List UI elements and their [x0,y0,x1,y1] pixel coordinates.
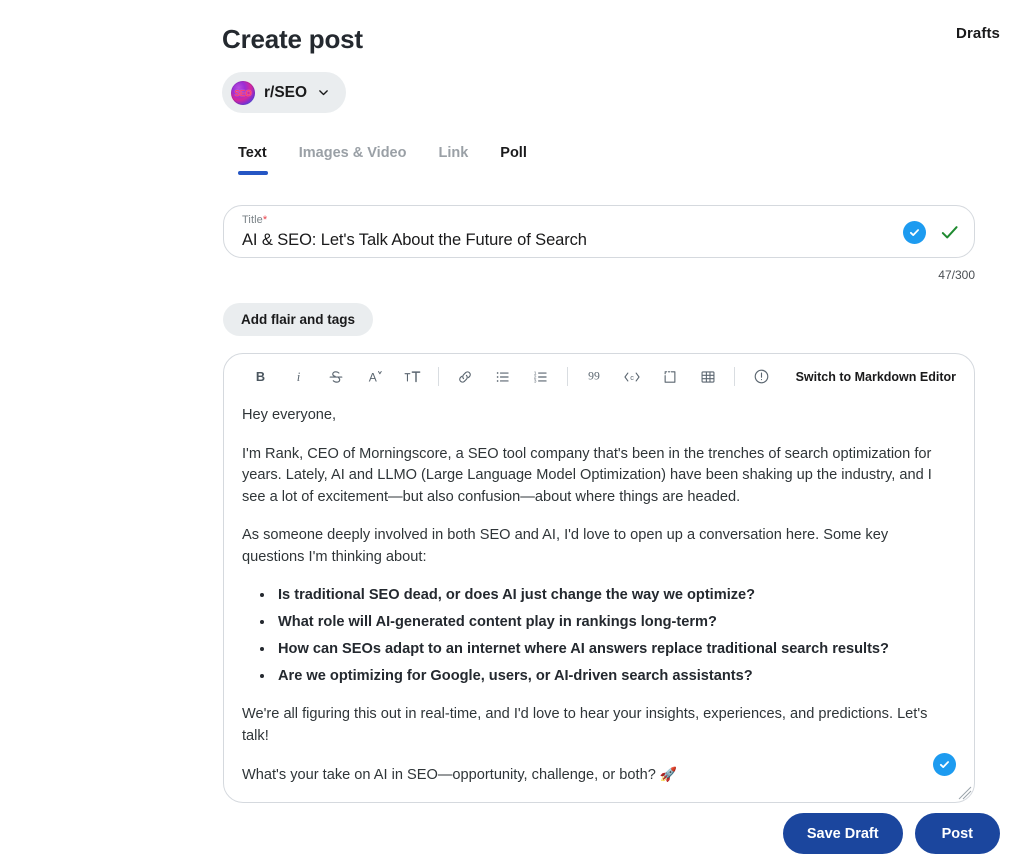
svg-text:3: 3 [534,378,537,384]
body-paragraph-question: What's your take on AI in SEO—opportunit… [242,764,951,787]
tab-images-and-video-label: Images & Video [298,145,407,161]
title-label: Title* [242,214,958,227]
svg-text:A: A [368,371,377,385]
tab-link[interactable]: Link [422,145,484,175]
save-draft-button[interactable]: Save Draft [782,813,903,854]
toolbar-separator [567,367,568,386]
tab-images-and-video[interactable]: Images & Video [283,145,423,175]
resize-handle-icon[interactable] [956,784,972,800]
numbered-list-icon[interactable]: 1 2 3 [522,361,560,393]
create-post-page: Create post Drafts SEO r/SEO Text Images… [0,0,1024,859]
tab-text[interactable]: Text [224,145,283,175]
list-item: How can SEOs adapt to an internet where … [275,638,951,660]
toolbar-separator [734,367,735,386]
community-avatar: SEO [231,80,255,105]
body-question-text: What's your take on AI in SEO—opportunit… [242,767,660,783]
svg-text:c: c [630,373,634,382]
community-name: r/SEO [264,83,308,101]
heading-icon[interactable] [393,361,431,393]
svg-text:i: i [296,370,300,384]
table-icon[interactable] [689,361,727,393]
list-item: Is traditional SEO dead, or does AI just… [275,584,951,606]
green-check-icon [939,222,960,243]
tab-poll-label: Poll [500,145,527,161]
tab-text-label: Text [238,145,267,161]
post-type-tabs: Text Images & Video Link Poll [224,145,543,175]
title-input[interactable]: AI & SEO: Let's Talk About the Future of… [242,229,958,251]
body-paragraph-closing: We're all figuring this out in real-time… [242,706,928,744]
post-body-editor: B i A 1 2 3 99 c Switch to Markdown Edit… [223,353,975,803]
inline-code-icon[interactable]: c [613,361,651,393]
bold-icon[interactable]: B [241,361,279,393]
post-button[interactable]: Post [914,813,1000,854]
body-paragraph-intro: I'm Rank, CEO of Morningscore, a SEO too… [242,445,932,505]
body-paragraph-greeting: Hey everyone, [242,407,337,423]
list-item: What role will AI-generated content play… [275,611,951,633]
body-bullet-list: Is traditional SEO dead, or does AI just… [242,584,951,687]
bulleted-list-icon[interactable] [484,361,522,393]
toolbar-separator [438,367,439,386]
superscript-icon[interactable]: A [355,361,393,393]
footer-actions: Save Draft Post [782,813,1000,854]
add-flair-and-tags-button[interactable]: Add flair and tags [223,303,374,336]
rocket-emoji-icon: 🚀 [659,766,678,782]
community-selector[interactable]: SEO r/SEO [222,72,347,113]
alert-icon[interactable] [742,361,780,393]
tab-poll[interactable]: Poll [484,145,543,175]
quote-icon[interactable]: 99 [575,361,613,393]
spoiler-icon[interactable] [651,361,689,393]
title-field[interactable]: Title* AI & SEO: Let's Talk About the Fu… [223,205,975,258]
post-body-content[interactable]: Hey everyone, I'm Rank, CEO of Morningsc… [224,399,974,787]
switch-to-markdown-editor-button[interactable]: Switch to Markdown Editor [796,370,960,384]
required-asterisk: * [262,214,268,226]
title-badges [903,221,960,244]
editor-blue-check-badge-icon[interactable] [933,753,956,776]
page-title: Create post [222,24,363,54]
list-item: Are we optimizing for Google, users, or … [275,665,951,687]
title-char-counter: 47/300 [938,268,975,282]
italic-icon[interactable]: i [279,361,317,393]
title-label-text: Title [242,214,263,226]
svg-text:B: B [255,369,264,384]
svg-text:99: 99 [588,369,600,382]
editor-toolbar: B i A 1 2 3 99 c Switch to Markdown Edit… [224,354,974,399]
strikethrough-icon[interactable] [317,361,355,393]
tab-link-label: Link [438,145,469,161]
link-icon[interactable] [446,361,484,393]
blue-check-badge-icon[interactable] [903,221,926,244]
body-paragraph-lead-in: As someone deeply involved in both SEO a… [242,527,889,565]
drafts-link[interactable]: Drafts [956,25,1000,42]
tab-active-underline [238,171,268,175]
chevron-down-icon [317,86,330,99]
